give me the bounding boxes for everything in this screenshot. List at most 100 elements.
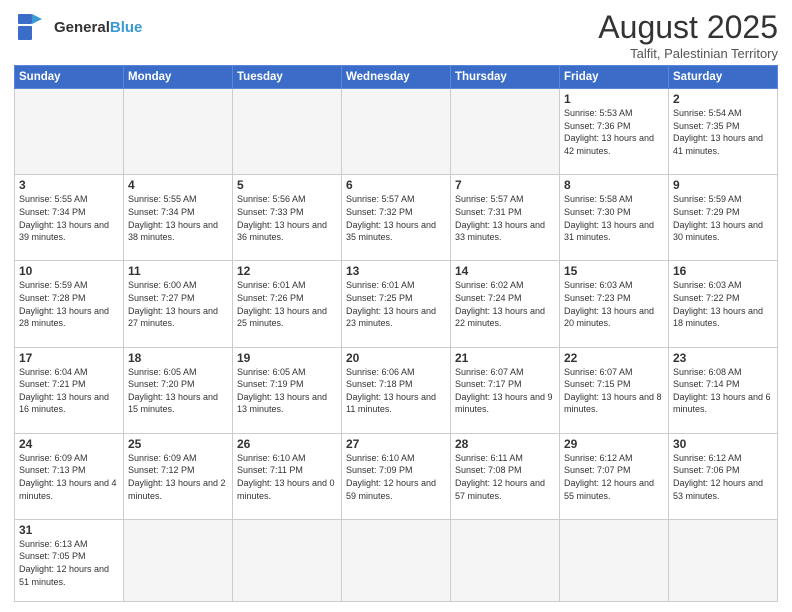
calendar-week-row: 24Sunrise: 6:09 AM Sunset: 7:13 PM Dayli… <box>15 433 778 519</box>
day-number: 26 <box>237 437 337 451</box>
page: GeneralBlue August 2025 Talfit, Palestin… <box>0 0 792 612</box>
calendar-day-cell <box>233 89 342 175</box>
calendar-day-cell <box>124 89 233 175</box>
day-info: Sunrise: 6:00 AM Sunset: 7:27 PM Dayligh… <box>128 279 228 329</box>
day-number: 2 <box>673 92 773 106</box>
day-info: Sunrise: 6:10 AM Sunset: 7:11 PM Dayligh… <box>237 452 337 502</box>
calendar-day-cell: 13Sunrise: 6:01 AM Sunset: 7:25 PM Dayli… <box>342 261 451 347</box>
calendar-day-cell: 5Sunrise: 5:56 AM Sunset: 7:33 PM Daylig… <box>233 175 342 261</box>
day-info: Sunrise: 5:56 AM Sunset: 7:33 PM Dayligh… <box>237 193 337 243</box>
logo-blue: Blue <box>110 19 143 36</box>
day-info: Sunrise: 6:01 AM Sunset: 7:26 PM Dayligh… <box>237 279 337 329</box>
day-number: 20 <box>346 351 446 365</box>
calendar-title: August 2025 <box>598 10 778 45</box>
calendar-day-cell <box>560 519 669 601</box>
calendar-day-cell: 12Sunrise: 6:01 AM Sunset: 7:26 PM Dayli… <box>233 261 342 347</box>
calendar-day-cell <box>451 89 560 175</box>
calendar-day-cell: 19Sunrise: 6:05 AM Sunset: 7:19 PM Dayli… <box>233 347 342 433</box>
calendar-day-cell <box>342 89 451 175</box>
calendar-day-cell: 31Sunrise: 6:13 AM Sunset: 7:05 PM Dayli… <box>15 519 124 601</box>
day-info: Sunrise: 6:06 AM Sunset: 7:18 PM Dayligh… <box>346 366 446 416</box>
col-sunday: Sunday <box>15 66 124 89</box>
calendar-day-cell: 10Sunrise: 5:59 AM Sunset: 7:28 PM Dayli… <box>15 261 124 347</box>
col-tuesday: Tuesday <box>233 66 342 89</box>
calendar-day-cell: 15Sunrise: 6:03 AM Sunset: 7:23 PM Dayli… <box>560 261 669 347</box>
day-number: 10 <box>19 264 119 278</box>
day-number: 11 <box>128 264 228 278</box>
calendar-day-cell <box>15 89 124 175</box>
calendar-day-cell: 30Sunrise: 6:12 AM Sunset: 7:06 PM Dayli… <box>669 433 778 519</box>
day-number: 5 <box>237 178 337 192</box>
day-info: Sunrise: 6:03 AM Sunset: 7:23 PM Dayligh… <box>564 279 664 329</box>
calendar-day-cell: 1Sunrise: 5:53 AM Sunset: 7:36 PM Daylig… <box>560 89 669 175</box>
calendar-table: Sunday Monday Tuesday Wednesday Thursday… <box>14 65 778 602</box>
calendar-day-cell: 6Sunrise: 5:57 AM Sunset: 7:32 PM Daylig… <box>342 175 451 261</box>
day-number: 3 <box>19 178 119 192</box>
day-number: 4 <box>128 178 228 192</box>
col-friday: Friday <box>560 66 669 89</box>
day-info: Sunrise: 6:05 AM Sunset: 7:20 PM Dayligh… <box>128 366 228 416</box>
day-number: 6 <box>346 178 446 192</box>
day-number: 21 <box>455 351 555 365</box>
day-info: Sunrise: 5:53 AM Sunset: 7:36 PM Dayligh… <box>564 107 664 157</box>
day-info: Sunrise: 5:57 AM Sunset: 7:31 PM Dayligh… <box>455 193 555 243</box>
calendar-subtitle: Talfit, Palestinian Territory <box>598 46 778 61</box>
day-number: 13 <box>346 264 446 278</box>
calendar-day-cell: 29Sunrise: 6:12 AM Sunset: 7:07 PM Dayli… <box>560 433 669 519</box>
calendar-day-cell: 27Sunrise: 6:10 AM Sunset: 7:09 PM Dayli… <box>342 433 451 519</box>
day-number: 1 <box>564 92 664 106</box>
calendar-day-cell: 28Sunrise: 6:11 AM Sunset: 7:08 PM Dayli… <box>451 433 560 519</box>
day-info: Sunrise: 5:57 AM Sunset: 7:32 PM Dayligh… <box>346 193 446 243</box>
day-info: Sunrise: 5:59 AM Sunset: 7:29 PM Dayligh… <box>673 193 773 243</box>
calendar-header-row: Sunday Monday Tuesday Wednesday Thursday… <box>15 66 778 89</box>
calendar-week-row: 1Sunrise: 5:53 AM Sunset: 7:36 PM Daylig… <box>15 89 778 175</box>
day-number: 25 <box>128 437 228 451</box>
day-info: Sunrise: 6:03 AM Sunset: 7:22 PM Dayligh… <box>673 279 773 329</box>
logo-text: GeneralBlue <box>54 19 142 37</box>
day-number: 30 <box>673 437 773 451</box>
calendar-day-cell: 22Sunrise: 6:07 AM Sunset: 7:15 PM Dayli… <box>560 347 669 433</box>
general-blue-logo-icon <box>14 10 50 46</box>
calendar-day-cell: 14Sunrise: 6:02 AM Sunset: 7:24 PM Dayli… <box>451 261 560 347</box>
calendar-day-cell <box>342 519 451 601</box>
day-info: Sunrise: 5:55 AM Sunset: 7:34 PM Dayligh… <box>19 193 119 243</box>
day-info: Sunrise: 6:09 AM Sunset: 7:13 PM Dayligh… <box>19 452 119 502</box>
calendar-day-cell: 2Sunrise: 5:54 AM Sunset: 7:35 PM Daylig… <box>669 89 778 175</box>
calendar-week-row: 31Sunrise: 6:13 AM Sunset: 7:05 PM Dayli… <box>15 519 778 601</box>
day-number: 31 <box>19 523 119 537</box>
calendar-week-row: 17Sunrise: 6:04 AM Sunset: 7:21 PM Dayli… <box>15 347 778 433</box>
col-thursday: Thursday <box>451 66 560 89</box>
day-number: 18 <box>128 351 228 365</box>
calendar-day-cell <box>124 519 233 601</box>
day-number: 28 <box>455 437 555 451</box>
day-info: Sunrise: 6:05 AM Sunset: 7:19 PM Dayligh… <box>237 366 337 416</box>
day-number: 23 <box>673 351 773 365</box>
calendar-day-cell: 26Sunrise: 6:10 AM Sunset: 7:11 PM Dayli… <box>233 433 342 519</box>
calendar-day-cell: 23Sunrise: 6:08 AM Sunset: 7:14 PM Dayli… <box>669 347 778 433</box>
calendar-day-cell: 20Sunrise: 6:06 AM Sunset: 7:18 PM Dayli… <box>342 347 451 433</box>
calendar-day-cell: 21Sunrise: 6:07 AM Sunset: 7:17 PM Dayli… <box>451 347 560 433</box>
calendar-day-cell: 3Sunrise: 5:55 AM Sunset: 7:34 PM Daylig… <box>15 175 124 261</box>
day-info: Sunrise: 6:02 AM Sunset: 7:24 PM Dayligh… <box>455 279 555 329</box>
calendar-day-cell: 11Sunrise: 6:00 AM Sunset: 7:27 PM Dayli… <box>124 261 233 347</box>
day-info: Sunrise: 6:13 AM Sunset: 7:05 PM Dayligh… <box>19 538 119 588</box>
calendar-day-cell: 17Sunrise: 6:04 AM Sunset: 7:21 PM Dayli… <box>15 347 124 433</box>
calendar-day-cell: 24Sunrise: 6:09 AM Sunset: 7:13 PM Dayli… <box>15 433 124 519</box>
day-info: Sunrise: 5:58 AM Sunset: 7:30 PM Dayligh… <box>564 193 664 243</box>
day-number: 17 <box>19 351 119 365</box>
day-number: 7 <box>455 178 555 192</box>
col-monday: Monday <box>124 66 233 89</box>
day-info: Sunrise: 5:54 AM Sunset: 7:35 PM Dayligh… <box>673 107 773 157</box>
col-wednesday: Wednesday <box>342 66 451 89</box>
day-number: 16 <box>673 264 773 278</box>
header: GeneralBlue August 2025 Talfit, Palestin… <box>14 10 778 61</box>
day-number: 15 <box>564 264 664 278</box>
logo: GeneralBlue <box>14 10 142 46</box>
calendar-week-row: 3Sunrise: 5:55 AM Sunset: 7:34 PM Daylig… <box>15 175 778 261</box>
calendar-day-cell <box>669 519 778 601</box>
calendar-week-row: 10Sunrise: 5:59 AM Sunset: 7:28 PM Dayli… <box>15 261 778 347</box>
day-info: Sunrise: 6:07 AM Sunset: 7:15 PM Dayligh… <box>564 366 664 416</box>
calendar-day-cell: 4Sunrise: 5:55 AM Sunset: 7:34 PM Daylig… <box>124 175 233 261</box>
day-info: Sunrise: 6:08 AM Sunset: 7:14 PM Dayligh… <box>673 366 773 416</box>
day-number: 14 <box>455 264 555 278</box>
